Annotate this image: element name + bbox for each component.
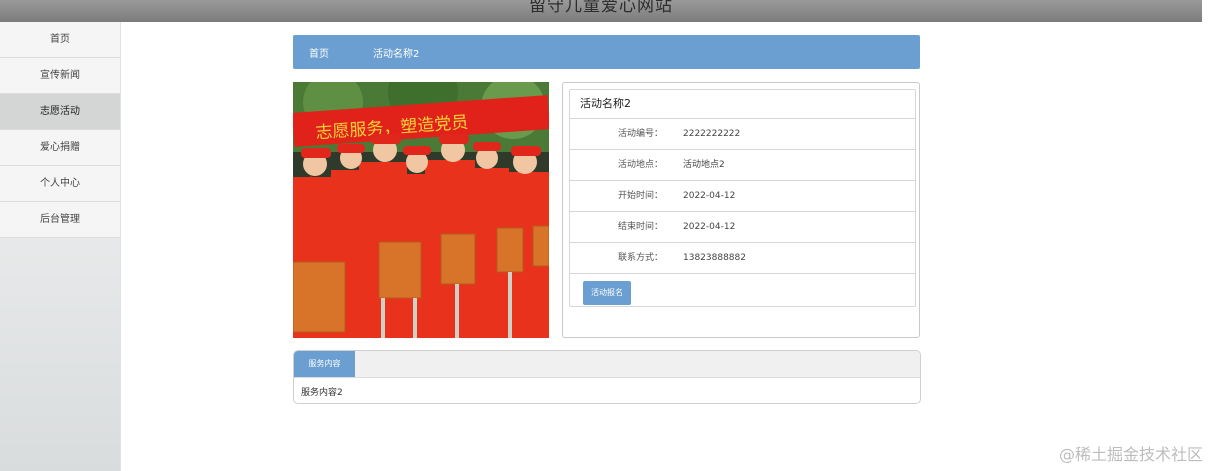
watermark-text: @稀土掘金技术社区 <box>1058 445 1203 464</box>
info-value: 活动地点2 <box>683 160 725 170</box>
info-row-start-time: 开始时间： 2022-04-12 <box>570 181 915 212</box>
sidebar-item-news[interactable]: 宣传新闻 <box>0 58 120 94</box>
info-label: 开始时间： <box>617 191 663 201</box>
info-label: 活动编号： <box>617 129 663 139</box>
info-label: 活动地点： <box>617 160 663 170</box>
info-row-location: 活动地点： 活动地点2 <box>570 150 915 181</box>
info-row-id: 活动编号： 2222222222 <box>570 119 915 150</box>
service-content-text: 服务内容2 <box>301 388 343 398</box>
site-title: 留守儿童爱心网站 <box>529 0 673 16</box>
activity-signup-button[interactable]: 活动报名 <box>583 281 631 305</box>
info-label: 联系方式： <box>617 253 663 263</box>
activity-info-panel: 活动名称2 活动编号： 2222222222 活动地点： 活动地点2 开始时间：… <box>562 82 920 338</box>
sidebar-nav: 首页 宣传新闻 志愿活动 爱心捐赠 个人中心 后台管理 <box>0 22 121 471</box>
info-value: 2222222222 <box>683 129 741 139</box>
info-value: 13823888882 <box>683 253 746 263</box>
info-value: 2022-04-12 <box>683 222 736 232</box>
tab-service-content[interactable]: 服务内容 <box>294 351 355 377</box>
activity-title: 活动名称2 <box>570 90 915 119</box>
info-value: 2022-04-12 <box>683 191 736 201</box>
breadcrumb-current[interactable]: 活动名称2 <box>373 45 419 60</box>
service-content-panel: 服务内容 服务内容2 <box>293 350 921 404</box>
activity-photo: 志愿服务，塑造党员 <box>293 82 549 338</box>
sidebar-item-home[interactable]: 首页 <box>0 22 120 58</box>
activity-info-card: 活动名称2 活动编号： 2222222222 活动地点： 活动地点2 开始时间：… <box>569 89 916 307</box>
info-row-end-time: 结束时间： 2022-04-12 <box>570 212 915 243</box>
volunteer-group-image: 志愿服务，塑造党员 <box>293 82 549 338</box>
info-row-contact: 联系方式： 13823888882 <box>570 243 915 274</box>
info-label: 结束时间： <box>617 222 663 232</box>
breadcrumb: 首页 活动名称2 <box>293 35 920 69</box>
sidebar-item-donation[interactable]: 爱心捐赠 <box>0 130 120 166</box>
top-header-bar: 留守儿童爱心网站 <box>0 0 1202 22</box>
sidebar-item-admin[interactable]: 后台管理 <box>0 202 120 238</box>
sidebar-item-volunteer[interactable]: 志愿活动 <box>0 94 120 130</box>
service-tab-bar: 服务内容 <box>294 351 920 378</box>
breadcrumb-home-link[interactable]: 首页 <box>309 45 329 60</box>
sidebar-item-personal[interactable]: 个人中心 <box>0 166 120 202</box>
